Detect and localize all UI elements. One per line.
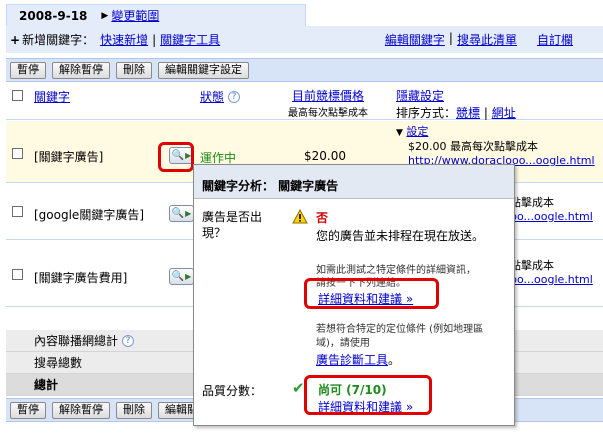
date-label: 2008-9-18 — [19, 8, 88, 23]
play-icon: ▶ — [185, 272, 192, 281]
ad-showing-label: 廣告是否出現？ — [202, 210, 263, 240]
delete-button[interactable]: 刪除 — [116, 401, 152, 419]
magnifier-icon: 🔍 — [171, 208, 185, 219]
keyword-analysis-button[interactable]: 🔍 ▶ — [169, 268, 194, 285]
sort-by-url-link[interactable]: 網址 — [492, 106, 516, 120]
bid-value: $20.00 — [304, 149, 346, 163]
quick-add-link[interactable]: 快速新增 — [100, 31, 148, 48]
row-checkbox[interactable] — [12, 269, 23, 280]
setting-text: 點擊成本 — [510, 196, 554, 209]
search-total-label: 搜尋總數 — [34, 356, 83, 370]
ad-showing-reason: 您的廣告並未排程在現在放送。 — [316, 229, 485, 243]
bid-column-subheader: 最高每次點擊成本 — [288, 108, 368, 119]
checkmark-icon: ✔ — [292, 379, 305, 397]
triangle-down-icon: ▼ — [396, 128, 403, 138]
sort-by-bid-link[interactable]: 競標 — [456, 106, 480, 120]
popup-title: 關鍵字分析： 關鍵字廣告 — [194, 165, 514, 199]
resume-button[interactable]: 解除暫停 — [52, 61, 110, 79]
setting-text: 點擊成本 — [510, 259, 554, 272]
triangle-right-icon: ▶ — [101, 10, 109, 21]
setting-text: $20.00 最高每次點擊成本 — [408, 140, 538, 153]
help-icon[interactable]: ? — [122, 334, 135, 347]
highlight-box — [304, 375, 432, 415]
pause-button[interactable]: 暫停 — [10, 401, 46, 419]
date-range-bar: 2008-9-18 ▶ 變更範圍 — [6, 4, 306, 26]
search-list-link[interactable]: 搜尋此清單 — [457, 31, 517, 48]
sort-label: 排序方式： — [396, 106, 457, 120]
total-label: 總計 — [34, 378, 59, 392]
keyword-links-row: + 新增關鍵字： 快速新增 | 關鍵字工具 編輯關鍵字 | 搜尋此清單 自訂欄 — [6, 26, 603, 53]
keyword-tool-link[interactable]: 關鍵字工具 — [160, 31, 220, 48]
warning-icon — [292, 208, 308, 227]
plus-icon: + — [10, 32, 21, 47]
ad-showing-value: 否 — [316, 211, 329, 225]
location-hint-text: 若想符合特定的定位條件 (例如地理區域)，請使用 — [316, 324, 484, 349]
select-all-checkbox[interactable] — [12, 90, 23, 101]
help-icon[interactable]: ? — [228, 90, 241, 103]
edit-keyword-settings-button[interactable]: 編輯關鍵字設定 — [158, 61, 249, 79]
content-network-total-label: 內容聯播網總計 — [34, 334, 119, 348]
table-header: 關鍵字 狀態 ? 目前競標價格 最高每次點擊成本 隱藏設定 排序方式：競標 | … — [6, 84, 603, 120]
row-checkbox[interactable] — [12, 206, 23, 217]
bid-column-header[interactable]: 目前競標價格 — [292, 89, 364, 103]
keyword-text: [關鍵字廣告費用] — [34, 271, 128, 285]
edit-keywords-link[interactable]: 編輯關鍵字 — [385, 31, 445, 48]
highlight-box — [304, 278, 439, 309]
destination-url-link[interactable]: bo...oogle.html — [510, 210, 593, 223]
magnifier-icon: 🔍 — [171, 271, 185, 282]
resume-button[interactable]: 解除暫停 — [52, 401, 110, 419]
change-range-link[interactable]: 變更範圍 — [111, 7, 159, 24]
keyword-analysis-popup: 關鍵字分析： 關鍵字廣告 廣告是否出現？ 否 您的廣告並未排程在現在放送。 如需… — [193, 164, 515, 426]
play-icon: ▶ — [185, 209, 192, 218]
keyword-column-header[interactable]: 關鍵字 — [34, 88, 70, 105]
delete-button[interactable]: 刪除 — [116, 61, 152, 79]
row-checkbox[interactable] — [12, 148, 23, 159]
quality-score-label: 品質分數： — [202, 384, 263, 398]
keyword-analysis-button[interactable]: 🔍 ▶ — [169, 205, 194, 222]
new-keyword-label: 新增關鍵字： — [22, 33, 95, 47]
top-toolbar: 暫停 解除暫停 刪除 編輯關鍵字設定 — [6, 58, 603, 82]
customize-columns-link[interactable]: 自訂欄 — [537, 31, 573, 48]
highlight-box — [158, 142, 194, 172]
setting-link[interactable]: 設定 — [406, 125, 428, 138]
keyword-text: [關鍵字廣告] — [34, 150, 104, 164]
status-column-header[interactable]: 狀態 — [200, 88, 224, 105]
destination-url-link[interactable]: bo...oogle.html — [510, 273, 593, 286]
pause-button[interactable]: 暫停 — [10, 61, 46, 79]
hide-settings-link[interactable]: 隱藏設定 — [396, 89, 444, 103]
keyword-text: [google關鍵字廣告] — [34, 208, 144, 222]
ad-diagnostic-tool-link[interactable]: 廣告診斷工具 — [316, 353, 388, 367]
